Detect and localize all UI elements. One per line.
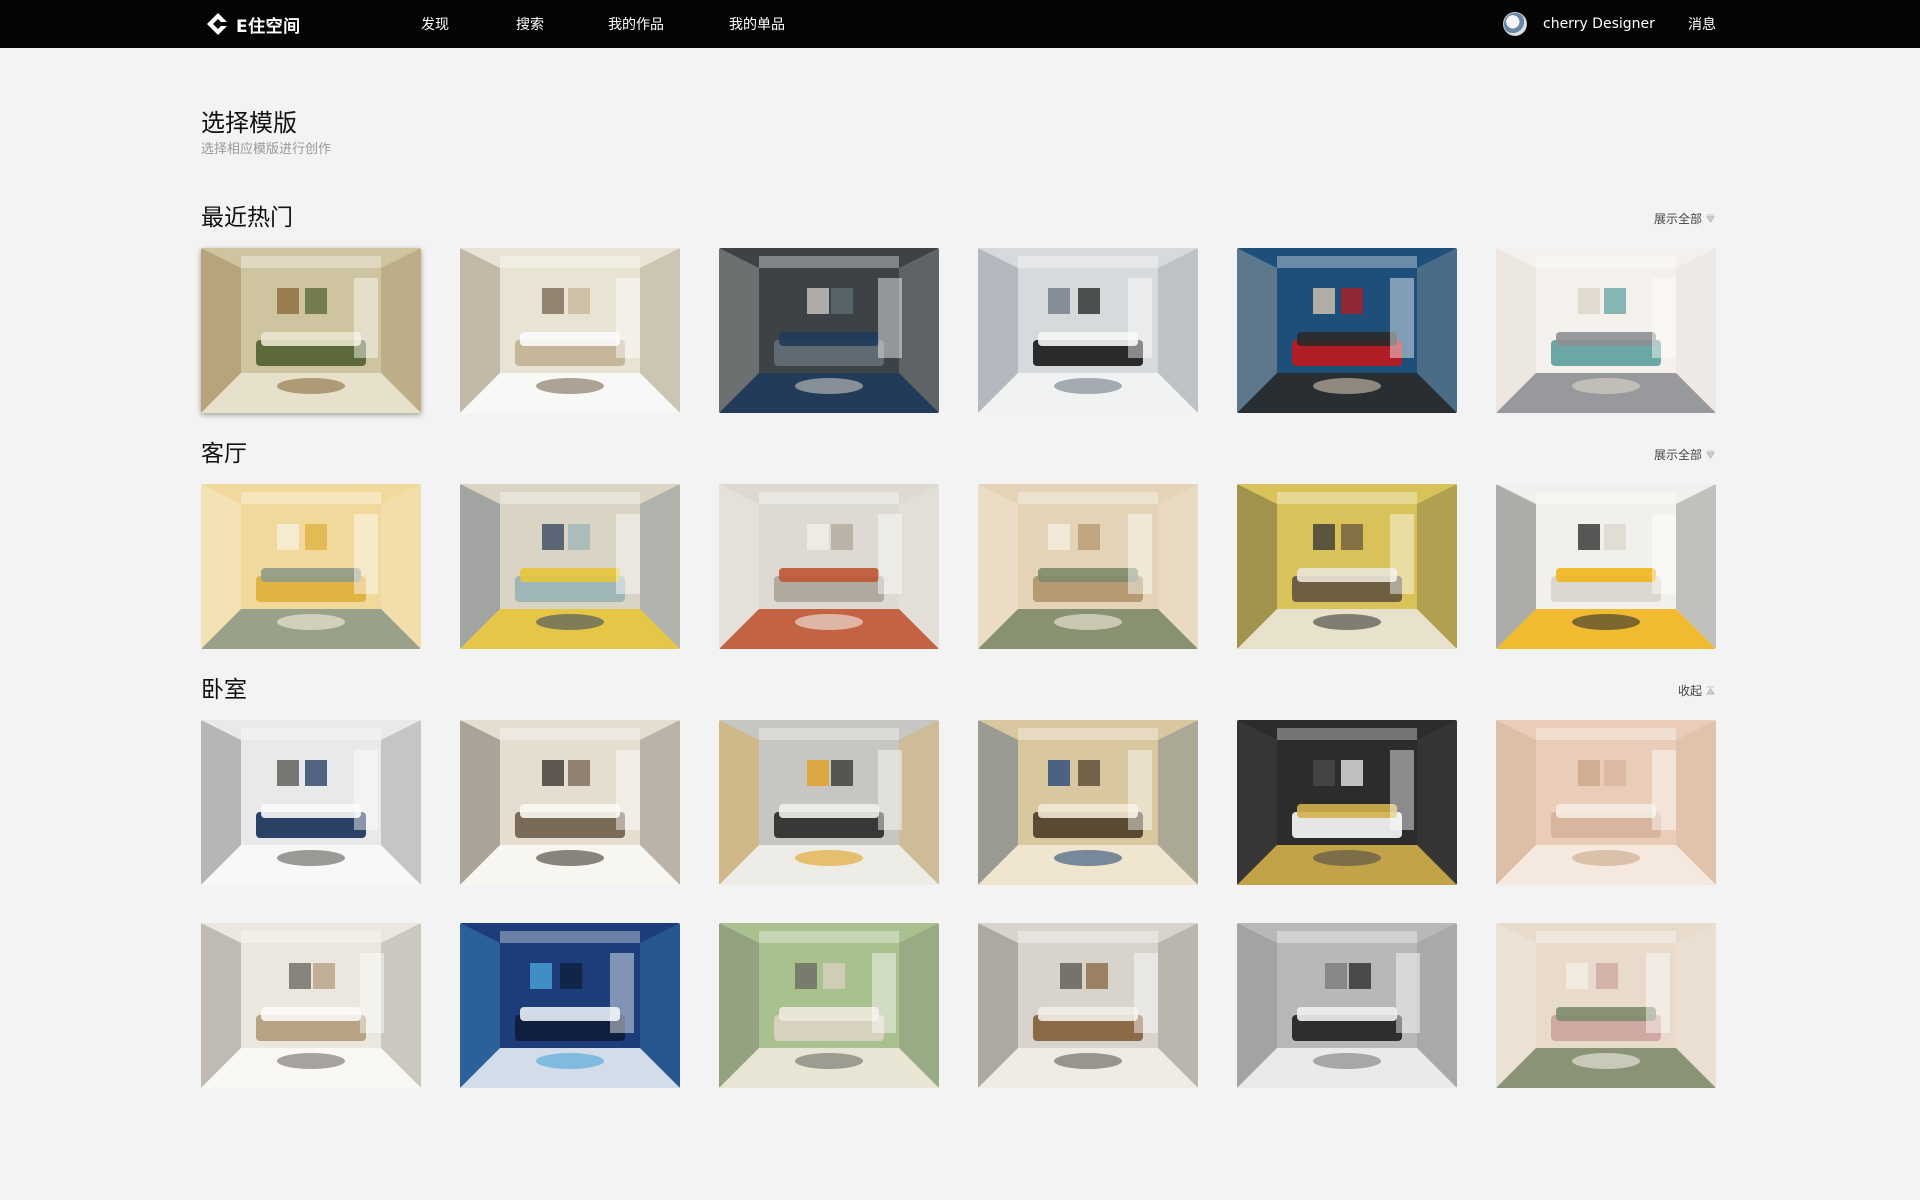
template-card-bedroom-template-6[interactable]	[1496, 720, 1716, 885]
user-menu[interactable]: cherry Designer	[1503, 12, 1655, 36]
template-thumbnail-image	[719, 923, 939, 1088]
main-nav: 发现 搜索 我的作品 我的单品	[421, 0, 785, 48]
template-thumbnail-image	[201, 248, 421, 413]
nav-my-items[interactable]: 我的单品	[729, 14, 785, 34]
template-card-bedroom-template-11[interactable]	[1237, 923, 1457, 1088]
template-card-living-template-2[interactable]	[460, 484, 680, 649]
template-thumbnail-image	[201, 484, 421, 649]
collapse-label: 收起	[1677, 684, 1702, 698]
template-card-living-template-4[interactable]	[978, 484, 1198, 649]
expand-icon	[1706, 214, 1715, 223]
template-card-bedroom-template-5[interactable]	[1237, 720, 1457, 885]
section-title-bedroom: 卧室	[201, 677, 247, 703]
hot-grid	[201, 248, 1716, 413]
template-card-bedroom-template-3[interactable]	[719, 720, 939, 885]
avatar[interactable]	[1503, 12, 1527, 36]
user-name[interactable]: cherry Designer	[1543, 16, 1655, 32]
template-thumbnail-image	[719, 720, 939, 885]
template-card-hot-template-3[interactable]	[719, 248, 939, 413]
collapse-bedroom-button[interactable]: 收起	[1678, 682, 1715, 699]
template-thumbnail-image	[719, 248, 939, 413]
template-card-bedroom-template-12[interactable]	[1496, 923, 1716, 1088]
template-thumbnail-image	[1237, 923, 1457, 1088]
template-thumbnail-image	[1237, 720, 1457, 885]
template-card-bedroom-template-1[interactable]	[201, 720, 421, 885]
template-thumbnail-image	[460, 720, 680, 885]
template-card-hot-template-2[interactable]	[460, 248, 680, 413]
template-thumbnail-image	[978, 484, 1198, 649]
logo-text: E住空间	[236, 16, 301, 37]
page-subtitle: 选择相应模版进行创作	[201, 142, 332, 157]
template-thumbnail-image	[978, 720, 1198, 885]
template-card-hot-template-6[interactable]	[1496, 248, 1716, 413]
template-thumbnail-image	[201, 923, 421, 1088]
nav-discover[interactable]: 发现	[421, 14, 449, 34]
template-thumbnail-image	[1237, 484, 1457, 649]
logo[interactable]: E住空间	[206, 12, 301, 37]
show-all-hot-button[interactable]: 展示全部	[1654, 210, 1715, 227]
page-title: 选择模版	[201, 109, 297, 137]
template-thumbnail-image	[719, 484, 939, 649]
template-card-living-template-1[interactable]	[201, 484, 421, 649]
show-all-label: 展示全部	[1653, 212, 1702, 226]
template-thumbnail-image	[1237, 248, 1457, 413]
template-card-bedroom-template-9[interactable]	[719, 923, 939, 1088]
template-card-hot-template-4[interactable]	[978, 248, 1198, 413]
template-card-bedroom-template-7[interactable]	[201, 923, 421, 1088]
template-thumbnail-image	[1496, 720, 1716, 885]
template-card-living-template-6[interactable]	[1496, 484, 1716, 649]
template-card-hot-template-5[interactable]	[1237, 248, 1457, 413]
logo-mark-icon	[207, 13, 229, 35]
bedroom-grid	[201, 720, 1716, 1088]
section-title-hot: 最近热门	[201, 205, 293, 231]
show-all-label: 展示全部	[1653, 448, 1702, 462]
template-card-bedroom-template-2[interactable]	[460, 720, 680, 885]
template-card-living-template-3[interactable]	[719, 484, 939, 649]
template-thumbnail-image	[460, 484, 680, 649]
template-thumbnail-image	[978, 248, 1198, 413]
messages-link[interactable]: 消息	[1688, 0, 1716, 48]
template-thumbnail-image	[460, 248, 680, 413]
show-all-living-button[interactable]: 展示全部	[1654, 446, 1715, 463]
living-room-grid	[201, 484, 1716, 649]
template-card-hot-template-1[interactable]	[201, 248, 421, 413]
template-card-bedroom-template-8[interactable]	[460, 923, 680, 1088]
template-thumbnail-image	[978, 923, 1198, 1088]
expand-icon	[1706, 450, 1715, 459]
section-title-living-room: 客厅	[201, 441, 247, 467]
template-thumbnail-image	[201, 720, 421, 885]
top-nav-bar: E住空间 发现 搜索 我的作品 我的单品 cherry Designer 消息	[0, 0, 1920, 48]
template-thumbnail-image	[1496, 248, 1716, 413]
nav-my-works[interactable]: 我的作品	[608, 14, 664, 34]
template-thumbnail-image	[460, 923, 680, 1088]
template-card-bedroom-template-10[interactable]	[978, 923, 1198, 1088]
nav-search[interactable]: 搜索	[516, 14, 544, 34]
template-card-bedroom-template-4[interactable]	[978, 720, 1198, 885]
template-thumbnail-image	[1496, 923, 1716, 1088]
template-card-living-template-5[interactable]	[1237, 484, 1457, 649]
template-thumbnail-image	[1496, 484, 1716, 649]
collapse-icon	[1706, 686, 1715, 695]
